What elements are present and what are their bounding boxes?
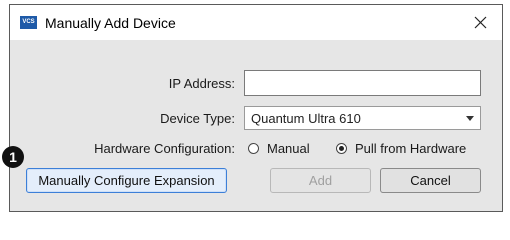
radio-manual-label: Manual [267,141,310,156]
radio-pull-from-hardware[interactable] [336,143,347,154]
close-icon [474,16,486,29]
radio-pull-from-hardware-label: Pull from Hardware [355,141,467,156]
chevron-down-icon [466,116,474,121]
app-icon: VCS [20,16,37,29]
add-button[interactable]: Add [270,168,371,193]
device-type-select[interactable]: Quantum Ultra 610 [244,106,481,130]
callout-number-badge: 1 [2,146,24,168]
title-bar: VCS Manually Add Device [10,5,502,40]
device-type-value: Quantum Ultra 610 [251,111,361,126]
device-type-label: Device Type: [160,111,235,126]
ip-address-input[interactable] [244,70,481,96]
cancel-button[interactable]: Cancel [380,168,481,193]
manually-add-device-dialog: VCS Manually Add Device IP Address: Devi… [9,4,503,212]
hardware-configuration-label: Hardware Configuration: [94,141,235,156]
close-button[interactable] [458,5,502,40]
ip-address-label: IP Address: [168,76,235,91]
dialog-title: Manually Add Device [45,15,176,31]
manually-configure-expansion-button[interactable]: Manually Configure Expansion [26,168,227,193]
radio-manual[interactable] [248,143,259,154]
